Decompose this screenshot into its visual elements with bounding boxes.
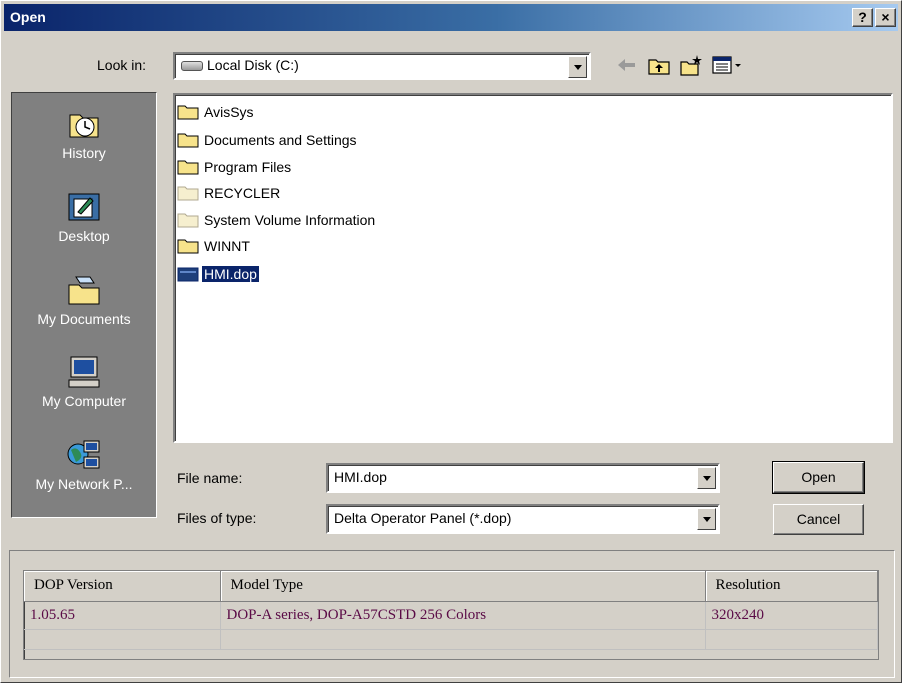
desktop-icon	[68, 193, 100, 221]
file-item-hmi-dop[interactable]: HMI.dop	[177, 263, 260, 285]
places-my-documents[interactable]: My Documents	[12, 273, 156, 327]
dop-info-table[interactable]: DOP Version Model Type Resolution 1.05.6…	[23, 570, 879, 660]
places-desktop[interactable]: Desktop	[12, 190, 156, 244]
open-dialog: Open ? × Look in: Local Disk (C:) Histor…	[0, 0, 902, 683]
empty-cell	[220, 629, 706, 650]
look-in-dropdown[interactable]: Local Disk (C:)	[173, 52, 591, 80]
back-arrow-icon[interactable]	[615, 53, 639, 77]
folder-icon	[177, 160, 199, 175]
my-network-places-icon	[67, 440, 100, 469]
file-name: System Volume Information	[204, 212, 376, 228]
title-bar[interactable]: Open ? ×	[4, 4, 898, 31]
hidden-folder-icon	[177, 186, 199, 201]
empty-cell	[24, 629, 221, 650]
new-folder-icon[interactable]	[679, 53, 703, 77]
dialog-title: Open	[10, 9, 46, 25]
files-of-type-dropdown[interactable]: Delta Operator Panel (*.dop)	[326, 504, 720, 534]
dop-file-icon	[177, 267, 199, 282]
places-history[interactable]: History	[12, 107, 156, 161]
up-folder-icon[interactable]	[647, 53, 671, 77]
places-desktop-label: Desktop	[58, 228, 110, 244]
file-list[interactable]: AvisSys Documents and Settings Program F…	[173, 93, 893, 443]
file-name: HMI.dop	[201, 265, 260, 283]
file-item-avissys[interactable]: AvisSys	[177, 101, 256, 123]
file-name: Documents and Settings	[204, 132, 357, 148]
view-menu-icon[interactable]	[711, 53, 743, 77]
files-of-type-dropdown-arrow[interactable]	[697, 508, 716, 530]
places-bar: History Desktop My Documents My Computer…	[11, 92, 157, 518]
hidden-folder-icon	[177, 213, 199, 228]
file-name: WINNT	[204, 238, 250, 254]
places-my-computer[interactable]: My Computer	[12, 355, 156, 409]
open-button[interactable]: Open	[772, 461, 865, 494]
cell-resolution: 320x240	[705, 601, 878, 630]
file-name-input[interactable]: HMI.dop	[326, 463, 720, 493]
local-disk-icon	[181, 61, 203, 71]
file-item-system-volume-information[interactable]: System Volume Information	[177, 209, 377, 231]
file-item-program-files[interactable]: Program Files	[177, 156, 293, 178]
files-of-type-label: Files of type:	[177, 510, 257, 526]
empty-cell	[705, 629, 878, 650]
file-item-winnt[interactable]: WINNT	[177, 235, 252, 257]
table-row-empty	[24, 629, 878, 650]
file-name: AvisSys	[204, 104, 254, 120]
folder-icon	[177, 133, 199, 148]
places-my-computer-label: My Computer	[41, 393, 127, 409]
column-header-dop-version[interactable]: DOP Version	[24, 571, 221, 602]
cell-model-type: DOP-A series, DOP-A57CSTD 256 Colors	[220, 601, 706, 630]
file-name: RECYCLER	[204, 185, 281, 201]
column-header-model-type[interactable]: Model Type	[220, 571, 706, 602]
history-icon	[69, 114, 99, 138]
files-of-type-value: Delta Operator Panel (*.dop)	[334, 510, 512, 526]
my-documents-icon	[68, 276, 100, 305]
cell-dop-version: 1.05.65	[24, 601, 221, 630]
column-header-resolution[interactable]: Resolution	[705, 571, 878, 602]
table-row[interactable]: 1.05.65 DOP-A series, DOP-A57CSTD 256 Co…	[24, 601, 878, 630]
file-name: Program Files	[204, 159, 292, 175]
cancel-button[interactable]: Cancel	[773, 504, 864, 535]
look-in-label: Look in:	[97, 57, 147, 73]
file-item-recycler[interactable]: RECYCLER	[177, 182, 282, 204]
places-history-label: History	[62, 145, 106, 161]
places-my-network-label: My Network P...	[35, 476, 133, 492]
look-in-value: Local Disk (C:)	[207, 57, 299, 73]
table-header-row: DOP Version Model Type Resolution	[24, 571, 878, 602]
file-name-label: File name:	[177, 470, 243, 486]
folder-icon	[177, 239, 199, 254]
file-name-value[interactable]: HMI.dop	[334, 469, 387, 485]
help-button[interactable]: ?	[852, 8, 873, 27]
close-button[interactable]: ×	[875, 8, 896, 27]
file-name-dropdown-arrow[interactable]	[697, 467, 716, 489]
my-computer-icon	[68, 356, 100, 388]
look-in-dropdown-arrow[interactable]	[568, 56, 587, 78]
places-my-documents-label: My Documents	[37, 311, 131, 327]
folder-icon	[177, 105, 199, 120]
places-my-network[interactable]: My Network P...	[12, 438, 156, 492]
file-item-documents-and-settings[interactable]: Documents and Settings	[177, 129, 359, 151]
